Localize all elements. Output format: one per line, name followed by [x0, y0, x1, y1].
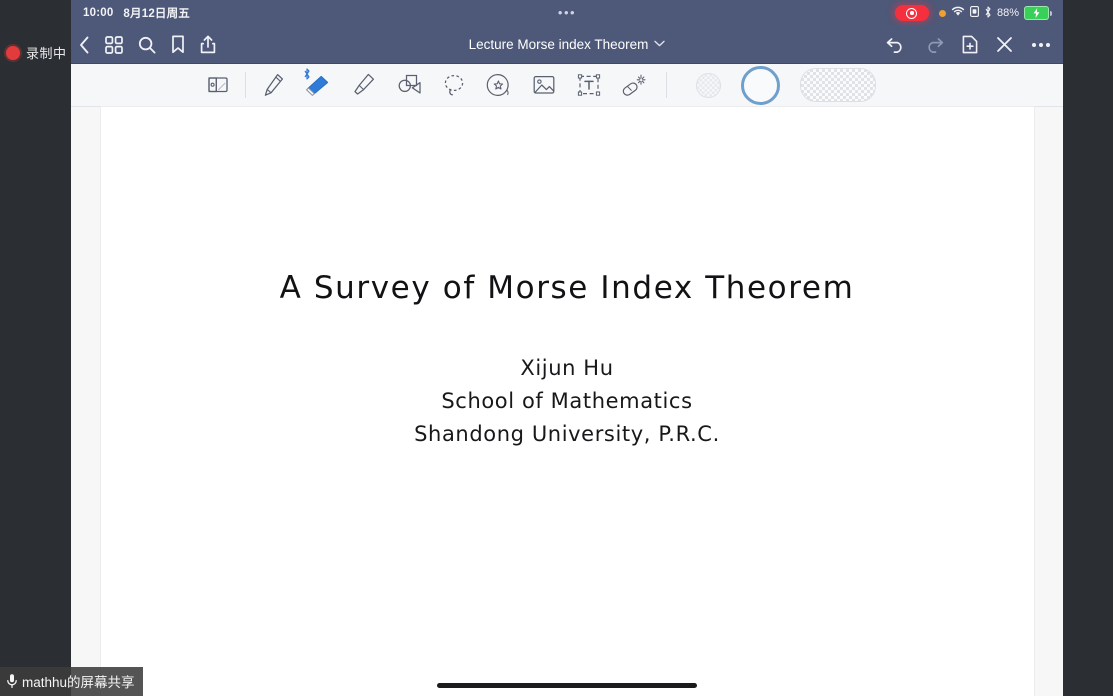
navigation-bar: Lecture Morse index Theorem — [71, 26, 1063, 64]
home-indicator[interactable] — [437, 683, 697, 688]
size-swatch-wide[interactable] — [800, 68, 876, 102]
bluetooth-icon — [303, 68, 311, 80]
size-swatch-small[interactable] — [696, 72, 721, 98]
recording-label: 录制中 — [26, 45, 67, 61]
magic-eraser-tool[interactable] — [611, 64, 656, 106]
nav-right-group — [886, 35, 1051, 54]
slide-line-university: Shandong University, P.R.C. — [414, 422, 720, 446]
size-swatch-medium[interactable] — [741, 65, 780, 105]
undo-button[interactable] — [886, 36, 906, 53]
battery-percent-label: 88% — [996, 7, 1019, 19]
redo-button[interactable] — [924, 36, 944, 53]
microphone-icon — [5, 673, 19, 689]
more-button[interactable] — [1031, 42, 1051, 48]
recording-dot-icon — [6, 46, 20, 60]
screen-record-pill-icon[interactable] — [894, 5, 929, 21]
battery-charging-icon — [1024, 6, 1052, 20]
eraser-tool[interactable] — [296, 64, 341, 106]
status-time: 10:00 — [83, 7, 114, 19]
slide-line-author: Xijun Hu — [520, 356, 614, 380]
status-bar-left: 10:00 8月12日周五 — [83, 5, 190, 21]
close-button[interactable] — [996, 36, 1013, 53]
toolbar-divider — [245, 72, 246, 98]
page-thumbnails-button[interactable] — [105, 35, 123, 54]
sticker-tool[interactable] — [476, 64, 521, 106]
canvas-area[interactable]: A Survey of Morse Index Theorem Xijun Hu… — [71, 107, 1063, 696]
status-date: 8月12日周五 — [123, 8, 191, 20]
bookmark-button[interactable] — [171, 35, 185, 54]
sim-card-icon — [970, 6, 979, 20]
shapes-tool[interactable] — [386, 64, 431, 106]
lasso-tool[interactable] — [431, 64, 476, 106]
pen-tool[interactable] — [251, 64, 296, 106]
wifi-icon — [951, 6, 965, 20]
ruler-page-tool[interactable] — [195, 64, 240, 106]
add-page-button[interactable] — [962, 35, 978, 54]
search-button[interactable] — [138, 36, 156, 54]
text-box-tool[interactable] — [566, 64, 611, 106]
screen-share-overlay: mathhu的屏幕共享 — [0, 667, 143, 696]
share-button[interactable] — [200, 35, 216, 54]
mic-in-use-dot-icon — [938, 9, 946, 17]
status-bar: 10:00 8月12日周五 ••• 88% — [71, 0, 1063, 26]
chevron-down-icon — [654, 39, 666, 50]
document-page[interactable]: A Survey of Morse Index Theorem Xijun Hu… — [100, 107, 1034, 696]
document-title: Lecture Morse index Theorem — [468, 37, 649, 52]
tablet-window: 10:00 8月12日周五 ••• 88% Lecture Morse inde… — [71, 0, 1063, 696]
desktop-background: 录制中 10:00 8月12日周五 ••• 88% Lecture Morse … — [0, 0, 1113, 696]
slide-author-block: Xijun Hu School of Mathematics Shandong … — [101, 352, 1034, 451]
highlighter-tool[interactable] — [341, 64, 386, 106]
bluetooth-icon — [984, 5, 992, 21]
swatch-group — [696, 65, 876, 105]
nav-left-group — [79, 35, 216, 54]
slide-title: A Survey of Morse Index Theorem — [279, 270, 855, 306]
back-button[interactable] — [79, 36, 90, 54]
recording-indicator: 录制中 — [6, 46, 67, 60]
slide-line-school: School of Mathematics — [441, 389, 693, 413]
toolbar-divider-2 — [666, 72, 667, 98]
status-bar-right: 88% — [894, 5, 1052, 21]
image-tool[interactable] — [521, 64, 566, 106]
screen-share-label: mathhu的屏幕共享 — [22, 675, 135, 690]
annotation-toolbar — [71, 64, 1063, 107]
